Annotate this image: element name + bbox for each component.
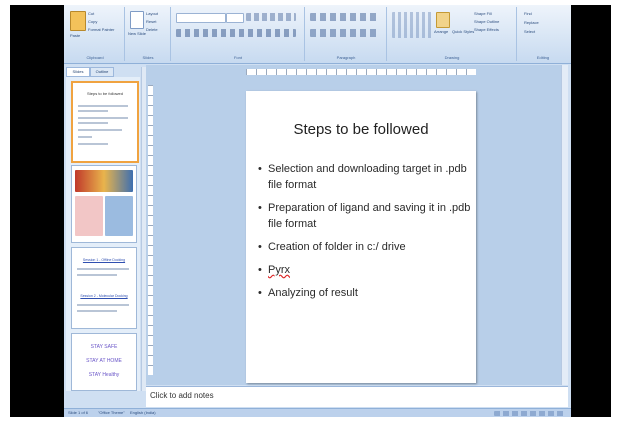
paste-label[interactable]: Paste: [70, 33, 80, 38]
thumbnail-line: [78, 136, 92, 138]
slide-title[interactable]: Steps to be followed: [246, 121, 476, 138]
bullet-item[interactable]: Creation of folder in c:/ drive: [258, 239, 472, 255]
tab-outline[interactable]: Outline: [90, 67, 114, 77]
find-button[interactable]: Find: [524, 11, 532, 16]
font-group: Font: [172, 7, 305, 61]
thumbnail-4-line-3: STAY Healthy: [88, 372, 120, 378]
font-group-label: Font: [233, 55, 242, 60]
thumbnail-4-line-1: STAY SAFE: [90, 344, 118, 350]
arrange-button[interactable]: Arrange: [434, 29, 448, 34]
video-frame: Paste Cut Copy Format Painter Clipboard …: [0, 0, 619, 423]
thumbnail-banner-image: [75, 170, 133, 192]
shape-outline-button[interactable]: Shape Outline: [474, 19, 499, 24]
delete-button[interactable]: Delete: [146, 27, 158, 32]
workspace-scrollbar[interactable]: [561, 65, 568, 385]
format-painter-button[interactable]: Format Painter: [88, 27, 114, 32]
left-black-bar: [10, 5, 64, 417]
slide-workspace: Steps to be followed Selection and downl…: [146, 65, 568, 385]
cut-button[interactable]: Cut: [88, 11, 94, 16]
thumbnail-slide-1[interactable]: Steps to be followed: [71, 81, 139, 163]
view-zoom-controls[interactable]: [494, 411, 564, 416]
thumbnail-4-line-2: STAY AT HOME: [86, 358, 122, 364]
current-slide[interactable]: Steps to be followed Selection and downl…: [246, 91, 476, 383]
thumbnail-1-title: Steps to be followed: [86, 91, 124, 96]
align-icons[interactable]: [310, 29, 380, 37]
thumbnail-line: [78, 143, 108, 145]
editing-group-label: Editing: [536, 55, 550, 60]
thumbnail-line: [78, 105, 128, 107]
paragraph-group-label: Paragraph: [336, 55, 356, 60]
paragraph-group: Paragraph: [306, 7, 387, 61]
thumbnail-line: [78, 110, 108, 112]
slides-group: New Slide Layout Reset Delete Slides: [126, 7, 171, 61]
clipboard-group-label: Clipboard: [86, 55, 104, 60]
font-name-box[interactable]: [176, 13, 226, 23]
replace-button[interactable]: Replace: [524, 20, 539, 25]
thumbnail-line: [78, 129, 122, 131]
bullet-item[interactable]: Analyzing of result: [258, 285, 472, 301]
thumbnail-line: [77, 304, 129, 306]
horizontal-ruler: [246, 69, 476, 75]
thumbnail-slide-2[interactable]: [71, 165, 137, 243]
thumbnail-line: [78, 122, 108, 124]
pane-tabs: Slides Outline: [66, 67, 140, 77]
thumbnail-slide-3[interactable]: Session 1 - Offline Docking Session 2 - …: [71, 247, 137, 329]
bullet-item[interactable]: Selection and downloading target in .pdb…: [258, 161, 472, 193]
theme-name: "Office Theme": [98, 410, 125, 415]
font-size-box[interactable]: [226, 13, 244, 23]
list-icons[interactable]: [310, 13, 380, 21]
thumbnail-line: [77, 268, 129, 270]
notes-pane[interactable]: Click to add notes: [146, 386, 568, 407]
layout-button[interactable]: Layout: [146, 11, 158, 16]
thumbnail-slide-4[interactable]: STAY SAFE STAY AT HOME STAY Healthy: [71, 333, 137, 391]
slide-thumbnails: Steps to be followed Session 1 - Offline…: [66, 77, 140, 391]
ribbon: Paste Cut Copy Format Painter Clipboard …: [64, 5, 571, 64]
bullet-list[interactable]: Selection and downloading target in .pdb…: [258, 161, 472, 308]
drawing-group: Arrange Quick Styles Shape Fill Shape Ou…: [388, 7, 517, 61]
thumbnail-line: [77, 310, 117, 312]
font-format-icons[interactable]: [176, 29, 296, 37]
copy-button[interactable]: Copy: [88, 19, 97, 24]
quick-styles-button[interactable]: Quick Styles: [452, 29, 474, 34]
clipboard-group: Paste Cut Copy Format Painter Clipboard: [66, 7, 125, 61]
vertical-ruler: [148, 85, 153, 375]
shape-fill-button[interactable]: Shape Fill: [474, 11, 492, 16]
drawing-group-label: Drawing: [444, 55, 460, 60]
new-slide-icon[interactable]: [130, 11, 144, 29]
bullet-item[interactable]: Pyrx: [258, 262, 472, 278]
select-button[interactable]: Select: [524, 29, 535, 34]
new-slide-button[interactable]: New Slide: [128, 31, 146, 36]
right-black-bar: [571, 5, 611, 417]
thumbnail-line: [78, 117, 128, 119]
thumbnail-text-block: [105, 196, 133, 236]
shapes-gallery-icon[interactable]: [392, 12, 432, 38]
language-indicator: English (India): [130, 410, 156, 415]
status-bar: Slide 1 of 6 "Office Theme" English (Ind…: [64, 408, 571, 417]
arrange-icon[interactable]: [436, 12, 450, 28]
powerpoint-window: Paste Cut Copy Format Painter Clipboard …: [64, 5, 571, 417]
thumbnail-3-link-2: Session 2 - Molecular Docking: [80, 294, 128, 298]
bullet-item[interactable]: Preparation of ligand and saving it in .…: [258, 200, 472, 232]
slides-group-label: Slides: [142, 55, 154, 60]
paste-icon[interactable]: [70, 11, 86, 31]
editing-group: Find Replace Select Editing: [518, 7, 568, 61]
thumbnail-line: [77, 274, 117, 276]
reset-button[interactable]: Reset: [146, 19, 156, 24]
tab-slides[interactable]: Slides: [66, 67, 90, 77]
shape-effects-button[interactable]: Shape Effects: [474, 27, 499, 32]
notes-placeholder[interactable]: Click to add notes: [150, 391, 214, 400]
slide-count: Slide 1 of 6: [68, 410, 89, 415]
thumbnail-3-link-1: Session 1 - Offline Docking: [82, 258, 126, 262]
thumbnail-text-block: [75, 196, 103, 236]
font-tools-icons[interactable]: [246, 13, 296, 21]
